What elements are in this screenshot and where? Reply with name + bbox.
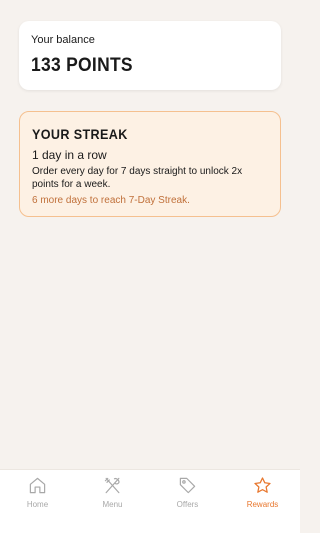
streak-progress: 6 more days to reach 7-Day Streak. [32, 195, 190, 206]
fork-knife-icon [104, 477, 120, 494]
tab-offers[interactable]: Offers [150, 470, 225, 533]
tab-rewards-label: Rewards [246, 500, 279, 509]
tab-menu[interactable]: Menu [75, 470, 150, 533]
home-icon [29, 477, 46, 494]
streak-title: YOUR STREAK [32, 126, 128, 142]
tag-icon [179, 477, 196, 494]
balance-card: Your balance 133 POINTS [19, 21, 281, 90]
streak-description: Order every day for 7 days straight to u… [32, 166, 243, 190]
streak-count: 1 day in a row [32, 148, 107, 162]
balance-value: 133 POINTS [31, 55, 133, 76]
bottom-tab-bar: Home Menu Offers Rewards [0, 469, 300, 533]
tab-rewards[interactable]: Rewards [225, 470, 300, 533]
balance-label: Your balance [31, 34, 95, 46]
tab-menu-label: Menu [102, 500, 123, 509]
tab-home[interactable]: Home [0, 470, 75, 533]
tab-offers-label: Offers [176, 500, 199, 509]
streak-card: YOUR STREAK 1 day in a row Order every d… [19, 111, 281, 217]
star-icon [254, 477, 271, 493]
tab-home-label: Home [26, 500, 49, 509]
